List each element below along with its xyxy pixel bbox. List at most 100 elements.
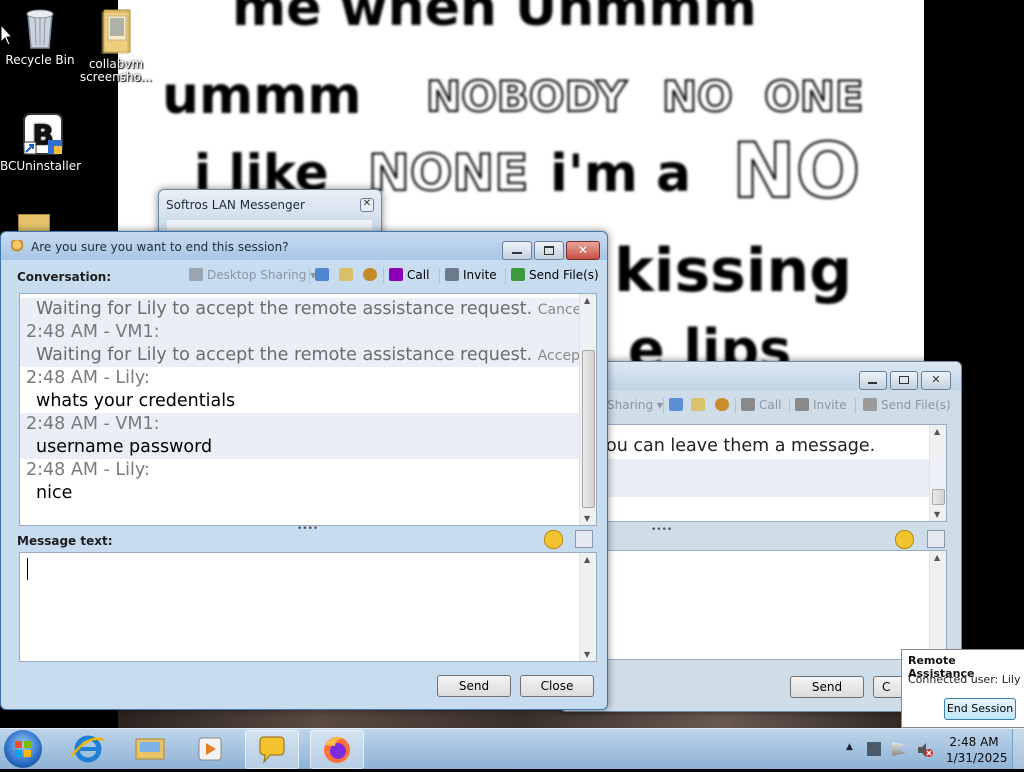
send-button[interactable]: Send — [790, 676, 864, 698]
media-player-icon — [198, 737, 222, 761]
invite-button[interactable]: Invite — [445, 268, 497, 282]
chat-toolbar: Desktop Sharing ▾ Call Invite Send File(… — [185, 264, 599, 288]
desktop-icon-bcuninstaller[interactable]: B BCUninstaller — [0, 112, 81, 173]
splitter-handle[interactable]: •••• — [297, 524, 318, 534]
remote-assistance-popup[interactable]: Remote Assistance Connected user: Lily E… — [901, 649, 1024, 728]
scroll-thumb[interactable] — [582, 350, 595, 508]
template-icon[interactable] — [575, 530, 593, 548]
message-input-panel: ▲ — [605, 550, 947, 660]
message-text: ou can leave them a message. — [606, 436, 876, 456]
taskbar-softros-messenger[interactable] — [245, 730, 299, 769]
conversation-scrollbar[interactable]: ▲ ▼ — [579, 294, 596, 525]
send-files-button[interactable]: Send File(s) — [511, 268, 599, 282]
meme-text-no: NO — [661, 71, 734, 122]
action-center-flag-icon[interactable] — [892, 742, 906, 756]
conversation-panel: ou can leave them a message. ▲ ▼ — [605, 424, 947, 522]
call-button[interactable]: Call — [389, 268, 429, 282]
message-status: Accepted — [537, 348, 580, 364]
message-header: 2:48 AM - Lily: — [26, 460, 150, 480]
meme-text-nobody: NOBODY — [425, 71, 628, 122]
close-button[interactable]: ✕ — [921, 371, 951, 390]
message-header: 2:48 AM - VM1: — [26, 414, 160, 434]
clock-date: 1/31/2025 — [946, 751, 1008, 765]
send-button[interactable]: Send — [437, 675, 511, 697]
message-text: username password — [36, 437, 213, 457]
recycle-bin-icon — [20, 6, 60, 49]
scroll-down-icon[interactable]: ▼ — [584, 514, 590, 523]
taskbar-file-explorer[interactable] — [124, 730, 176, 767]
chat-bubble-icon — [259, 736, 285, 764]
mouse-cursor-icon — [0, 24, 14, 46]
contacts-icon[interactable] — [339, 268, 357, 282]
show-desktop-button[interactable] — [1012, 729, 1024, 769]
message-row: 2:48 AM - VM1: — [20, 413, 580, 436]
meme-text-no-big: NO — [731, 125, 861, 216]
folder-icon — [96, 6, 136, 55]
maximize-button[interactable] — [890, 371, 918, 390]
firefox-icon — [324, 737, 350, 763]
system-clock[interactable]: 2:48 AM 1/31/2025 — [946, 734, 1008, 766]
minimize-button[interactable] — [859, 371, 887, 390]
template-icon[interactable] — [927, 530, 945, 548]
scrollbar[interactable]: ▲ ▼ — [929, 425, 946, 521]
desktop-icon-label: collabvm screensho... — [79, 57, 153, 84]
add-user-icon — [445, 268, 459, 281]
message-input[interactable]: ▲ ▼ — [19, 552, 597, 662]
start-button[interactable] — [4, 730, 42, 768]
meme-text-one: ONE — [763, 71, 865, 122]
window-title: Are you sure you want to end this sessio… — [31, 240, 289, 254]
invite-button[interactable]: Invite — [795, 398, 847, 412]
close-button[interactable]: ✕ — [360, 198, 374, 212]
history-icon[interactable] — [669, 398, 687, 412]
meme-text-line1: me when Uhmmm — [232, 0, 757, 38]
message-row: username password — [20, 436, 580, 459]
gear-icon[interactable] — [715, 398, 733, 412]
internet-explorer-icon — [70, 735, 105, 763]
send-files-button[interactable]: Send File(s) — [863, 398, 951, 412]
desktop-icon-collabvm-screenshots[interactable]: collabvm screensho... — [76, 6, 156, 84]
splitter-handle[interactable]: •••• — [651, 525, 672, 535]
messenger-app-icon — [11, 240, 23, 254]
message-text: Waiting for Lily to accept the remote as… — [36, 299, 533, 319]
close-button[interactable]: ✕ — [566, 241, 600, 260]
message-status: Canceled — [537, 302, 580, 318]
message-text: whats your credentials — [36, 391, 236, 411]
message-row: 2:48 AM - VM1: — [20, 321, 580, 344]
scrollbar[interactable]: ▲ — [929, 551, 946, 659]
send-file-icon — [511, 268, 525, 281]
bcuninstaller-icon: B — [20, 112, 63, 155]
message-row: nice — [20, 482, 580, 505]
show-hidden-icons-button[interactable]: ▲ — [846, 742, 853, 752]
chat-window[interactable]: Are you sure you want to end this sessio… — [0, 231, 608, 710]
clock-time: 2:48 AM — [949, 735, 999, 749]
message-text: nice — [36, 483, 73, 503]
contacts-icon[interactable] — [691, 398, 709, 412]
message-row: Waiting for Lily to accept the remote as… — [20, 298, 580, 321]
message-row: whats your credentials — [20, 390, 580, 413]
smiley-icon[interactable] — [544, 530, 563, 549]
message-text: Waiting for Lily to accept the remote as… — [36, 345, 533, 365]
windows-logo-icon — [15, 741, 31, 757]
smiley-icon[interactable] — [895, 530, 914, 549]
desktop-sharing-button[interactable]: Desktop Sharing ▾ — [189, 268, 316, 282]
call-button[interactable]: Call — [741, 398, 781, 412]
desktop-icon-label: Recycle Bin — [5, 53, 75, 67]
message-row: 2:48 AM - Lily: — [20, 367, 580, 390]
scroll-up-icon[interactable]: ▲ — [584, 296, 590, 305]
message-header: 2:48 AM - Lily: — [26, 368, 150, 388]
message-row: 2:48 AM - Lily: — [20, 459, 580, 482]
maximize-button[interactable] — [534, 241, 564, 260]
volume-muted-icon[interactable] — [917, 742, 933, 757]
close-button[interactable]: Close — [520, 675, 594, 697]
taskbar-media-player[interactable] — [184, 730, 236, 767]
input-scrollbar[interactable]: ▲ ▼ — [579, 553, 596, 661]
end-session-button[interactable]: End Session — [944, 698, 1016, 720]
video-camera-icon — [389, 268, 403, 281]
minimize-button[interactable] — [502, 241, 532, 260]
network-icon[interactable] — [867, 742, 881, 756]
desktop-sharing-button[interactable]: Sharing ▾ — [607, 398, 663, 412]
gear-icon[interactable] — [363, 268, 381, 282]
taskbar-firefox[interactable] — [310, 730, 364, 769]
history-icon[interactable] — [315, 268, 333, 282]
taskbar-internet-explorer[interactable] — [62, 730, 114, 767]
